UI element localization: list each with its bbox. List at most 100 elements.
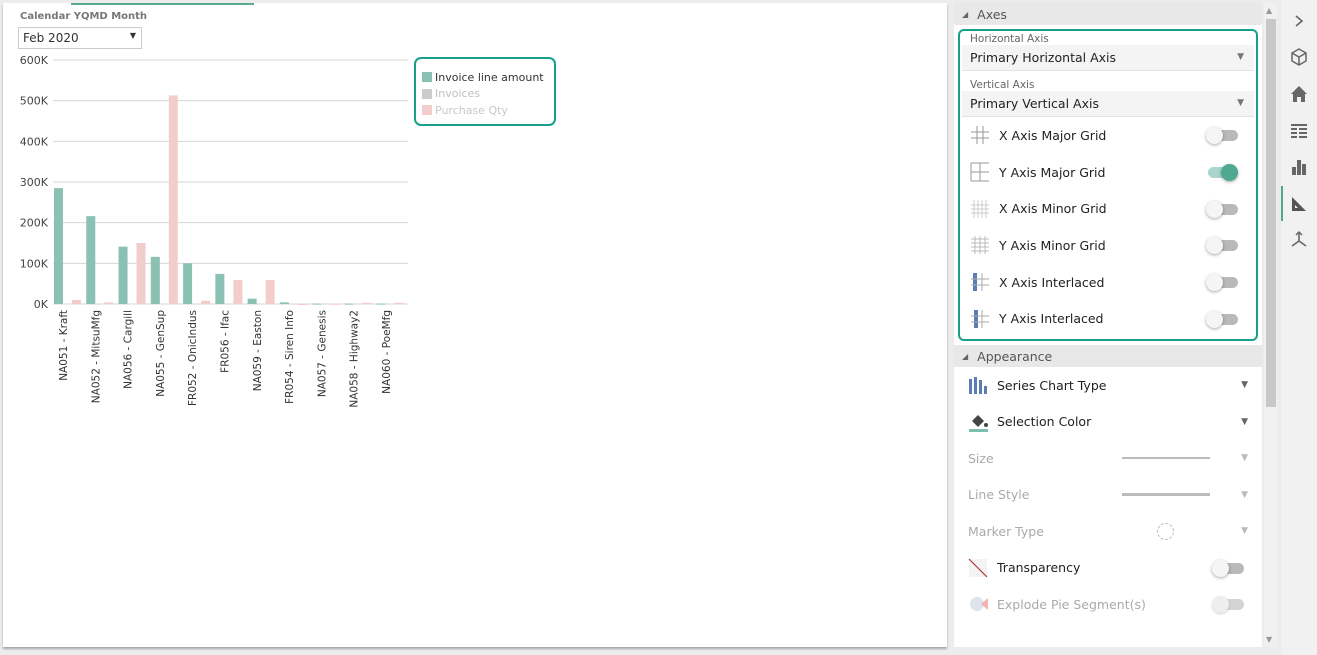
axes-section-header[interactable]: ◢ Axes: [954, 3, 1262, 25]
bar-purchase-qty: [394, 302, 404, 304]
size-label: Size: [968, 450, 994, 466]
series-chart-type-dropdown[interactable]: Series Chart Type ▼: [954, 367, 1262, 404]
legend-item[interactable]: Invoice line amount: [422, 69, 548, 86]
vertical-axis-dropdown[interactable]: Primary Vertical Axis ▼: [962, 91, 1254, 117]
x-minor-grid-icon: [970, 199, 990, 219]
y-tick-label: 300K: [20, 176, 49, 189]
marker-type-label: Marker Type: [968, 523, 1044, 539]
chevron-down-icon: ▼: [1241, 489, 1248, 500]
legend-item[interactable]: Purchase Qty: [422, 102, 548, 119]
y-tick-label: 0K: [34, 298, 49, 311]
axis-option-label: Y Axis Minor Grid: [999, 237, 1106, 253]
horizontal-axis-dropdown[interactable]: Primary Horizontal Axis ▼: [962, 45, 1254, 71]
bar-purchase-qty: [265, 280, 275, 304]
selection-color-dropdown[interactable]: Selection Color ▼: [954, 404, 1262, 441]
size-line-sample: [1122, 457, 1210, 460]
bar-chart-icon: [1292, 160, 1306, 175]
axis-option-row: X Axis Interlaced: [960, 264, 1256, 301]
chevron-down-icon: ▼: [1241, 416, 1248, 427]
bar-invoice-line-amount: [215, 273, 225, 304]
chart-legend[interactable]: Invoice line amount Invoices Purchase Qty: [414, 57, 556, 126]
axis-option-label: Y Axis Major Grid: [999, 164, 1106, 180]
vertical-axis-value: Primary Vertical Axis: [970, 96, 1099, 111]
marker-type-dropdown[interactable]: Marker Type ▼: [954, 513, 1262, 550]
bar-invoice-line-amount: [54, 188, 63, 304]
marker-circle-icon: [1157, 522, 1174, 540]
x-interlaced-icon: [970, 272, 990, 292]
x-major-grid-icon: [970, 125, 990, 145]
axis-option-label: X Axis Interlaced: [999, 274, 1105, 290]
table-button[interactable]: [1281, 116, 1317, 146]
legend-label: Invoice line amount: [435, 70, 544, 84]
series-chart-type-label: Series Chart Type: [997, 377, 1107, 393]
chevron-down-icon: ▼: [1237, 98, 1244, 108]
collapse-triangle-icon: ◢: [962, 351, 969, 361]
bar-invoice-line-amount: [247, 298, 257, 304]
chart-button[interactable]: [1281, 152, 1317, 182]
axis-option-toggle[interactable]: [1206, 200, 1238, 218]
set-square-icon: [1292, 197, 1306, 211]
side-toolbar: [1281, 0, 1317, 655]
transparency-toggle[interactable]: [1212, 559, 1244, 577]
bar-purchase-qty: [201, 300, 211, 304]
scrollbar-thumb[interactable]: [1266, 19, 1276, 407]
axis-option-row: Y Axis Interlaced: [960, 300, 1256, 337]
collapse-panel-button[interactable]: [1281, 6, 1317, 36]
bar-invoice-line-amount: [86, 216, 96, 304]
bar-purchase-qty: [233, 280, 243, 304]
bar-purchase-qty: [104, 302, 114, 304]
axes-section-title: Axes: [977, 6, 1007, 22]
appearance-section-header[interactable]: ◢ Appearance: [954, 345, 1262, 368]
axes-settings-group: Horizontal Axis Primary Horizontal Axis …: [958, 29, 1258, 342]
vertical-axis-label: Vertical Axis: [970, 79, 1035, 91]
x-tick-label: NA058 - Highway2: [349, 310, 361, 408]
y-tick-label: 600K: [20, 54, 49, 67]
x-tick-label: FR054 - Siren Info: [284, 310, 296, 404]
scroll-down-icon[interactable]: ▼: [1266, 635, 1272, 644]
y-major-grid-icon: [970, 162, 990, 182]
axis-option-row: X Axis Minor Grid: [960, 190, 1256, 227]
cube-button[interactable]: [1281, 42, 1317, 72]
chevron-down-icon: ▼: [1241, 453, 1248, 464]
selection-color-label: Selection Color: [997, 414, 1092, 430]
bar-purchase-qty: [168, 95, 178, 304]
bar-invoice-line-amount: [344, 303, 354, 305]
panel-scrollbar[interactable]: ▲ ▼: [1264, 3, 1277, 647]
appearance-section-title: Appearance: [977, 348, 1053, 364]
3d-axes-button[interactable]: [1281, 225, 1317, 255]
explode-pie-toggle[interactable]: [1212, 596, 1244, 614]
explode-pie-label: Explode Pie Segment(s): [997, 596, 1146, 612]
horizontal-axis-label: Horizontal Axis: [970, 33, 1049, 45]
axis-option-toggle[interactable]: [1206, 237, 1238, 255]
chevron-down-icon: ▼: [1241, 380, 1248, 391]
bar-purchase-qty: [136, 243, 146, 304]
axis-option-toggle[interactable]: [1206, 127, 1238, 145]
pie-explode-icon: [968, 594, 988, 614]
legend-item[interactable]: Invoices: [422, 86, 548, 103]
axis-option-toggle[interactable]: [1206, 310, 1238, 328]
legend-label: Purchase Qty: [435, 103, 508, 117]
line-style-sample: [1122, 493, 1210, 497]
home-icon: [1291, 86, 1307, 102]
bar-chart-type-icon: [968, 376, 988, 395]
home-button[interactable]: [1281, 79, 1317, 109]
bar-purchase-qty: [330, 303, 340, 305]
line-style-label: Line Style: [968, 487, 1030, 503]
x-tick-label: NA057 - Genesis: [316, 310, 328, 397]
properties-panel: ◢ Axes Horizontal Axis Primary Horizonta…: [954, 3, 1262, 647]
x-tick-label: NA056 - Cargill: [123, 310, 135, 389]
axes-settings-button[interactable]: [1281, 189, 1317, 219]
scroll-up-icon[interactable]: ▲: [1266, 6, 1272, 15]
line-style-dropdown[interactable]: Line Style ▼: [954, 477, 1262, 514]
legend-swatch: [422, 105, 432, 116]
axis-option-toggle[interactable]: [1206, 164, 1238, 182]
bar-invoice-line-amount: [118, 246, 128, 304]
chevron-down-icon: ▼: [1241, 526, 1248, 537]
size-dropdown[interactable]: Size ▼: [954, 440, 1262, 477]
legend-swatch: [422, 88, 432, 99]
axis-option-row: Y Axis Minor Grid: [960, 227, 1256, 264]
table-list-icon: [1291, 124, 1307, 138]
axis-option-toggle[interactable]: [1206, 274, 1238, 292]
collapse-triangle-icon: ◢: [962, 9, 969, 19]
bar-purchase-qty: [297, 304, 307, 305]
